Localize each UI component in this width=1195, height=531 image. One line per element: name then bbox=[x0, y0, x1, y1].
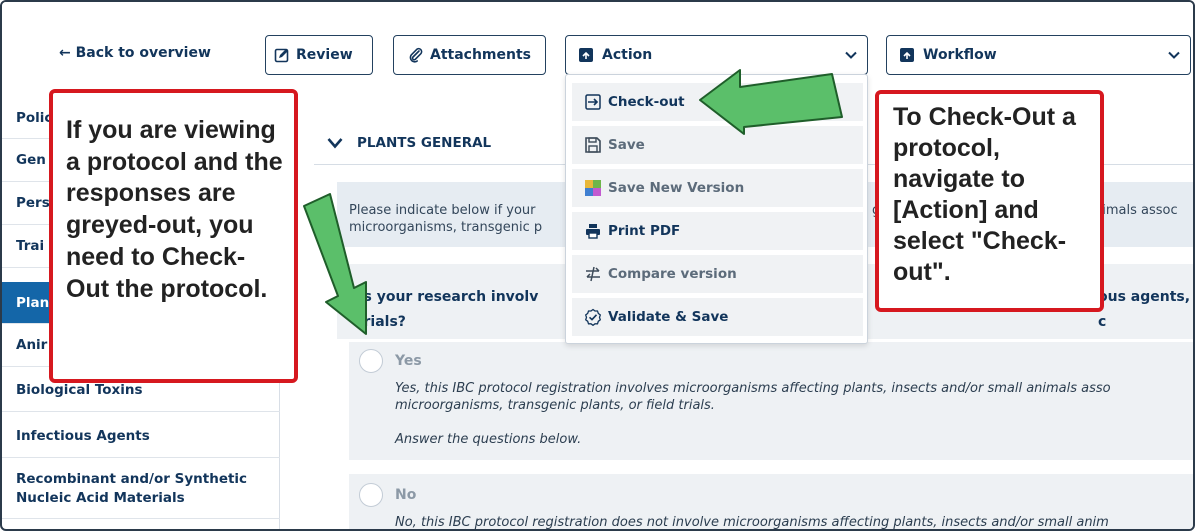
section-title: PLANTS GENERAL bbox=[357, 135, 492, 151]
option-no[interactable]: No No, this IBC protocol registration do… bbox=[349, 474, 1193, 530]
chevron-down-icon bbox=[845, 51, 857, 59]
validate-icon bbox=[584, 308, 602, 326]
option-no-label: No bbox=[395, 487, 417, 503]
action-label: Action bbox=[602, 47, 653, 63]
review-label: Review bbox=[296, 47, 353, 63]
workflow-label: Workflow bbox=[923, 47, 997, 63]
option-yes-label: Yes bbox=[395, 353, 422, 369]
option-yes[interactable]: Yes Yes, this IBC protocol registration … bbox=[349, 342, 1193, 460]
back-link-label: Back to overview bbox=[75, 45, 211, 61]
workflow-doc-icon bbox=[899, 47, 915, 63]
menu-item-validate-save[interactable]: Validate & Save bbox=[572, 298, 863, 336]
option-yes-desc: Yes, this IBC protocol registration invo… bbox=[395, 381, 1111, 447]
chevron-down-icon bbox=[1168, 51, 1180, 59]
check-out-icon bbox=[584, 93, 602, 111]
menu-item-check-out[interactable]: Check-out bbox=[572, 83, 863, 121]
action-menu: Check-out Save Save New Version Print PD… bbox=[565, 74, 868, 344]
menu-item-print-pdf[interactable]: Print PDF bbox=[572, 212, 863, 250]
arrow-left-icon: ← bbox=[59, 45, 71, 61]
menu-item-save-new-version[interactable]: Save New Version bbox=[572, 169, 863, 207]
radio-no[interactable] bbox=[359, 483, 383, 507]
back-to-overview-link[interactable]: ← Back to overview bbox=[59, 45, 211, 61]
edit-icon bbox=[274, 47, 290, 63]
save-new-version-icon bbox=[584, 179, 602, 197]
paperclip-icon bbox=[408, 47, 424, 63]
sidebar-item-infectious-agents[interactable]: Infectious Agents bbox=[2, 414, 280, 458]
attachments-button[interactable]: Attachments bbox=[393, 35, 546, 75]
review-button[interactable]: Review bbox=[265, 35, 373, 75]
menu-item-compare-version[interactable]: Compare version bbox=[572, 255, 863, 293]
sidebar-item-recombinant[interactable]: Recombinant and/or Synthetic Nucleic Aci… bbox=[2, 459, 280, 519]
action-dropdown[interactable]: Action bbox=[565, 35, 868, 75]
app-window: ← Back to overview Review Attachments Ac… bbox=[0, 0, 1195, 531]
section-header-plants-general[interactable]: PLANTS GENERAL bbox=[327, 135, 491, 151]
callout-greyed-out: If you are viewing a protocol and the re… bbox=[49, 89, 298, 383]
printer-icon bbox=[584, 222, 602, 240]
save-icon bbox=[584, 136, 602, 154]
chevron-down-icon bbox=[327, 138, 343, 149]
compare-icon bbox=[584, 265, 602, 283]
action-doc-icon bbox=[578, 47, 594, 63]
attachments-label: Attachments bbox=[430, 47, 532, 63]
option-no-desc: No, this IBC protocol registration does … bbox=[395, 515, 1109, 530]
menu-item-save[interactable]: Save bbox=[572, 126, 863, 164]
callout-check-out: To Check-Out a protocol, navigate to [Ac… bbox=[875, 90, 1104, 312]
radio-yes[interactable] bbox=[359, 349, 383, 373]
workflow-dropdown[interactable]: Workflow bbox=[886, 35, 1191, 75]
